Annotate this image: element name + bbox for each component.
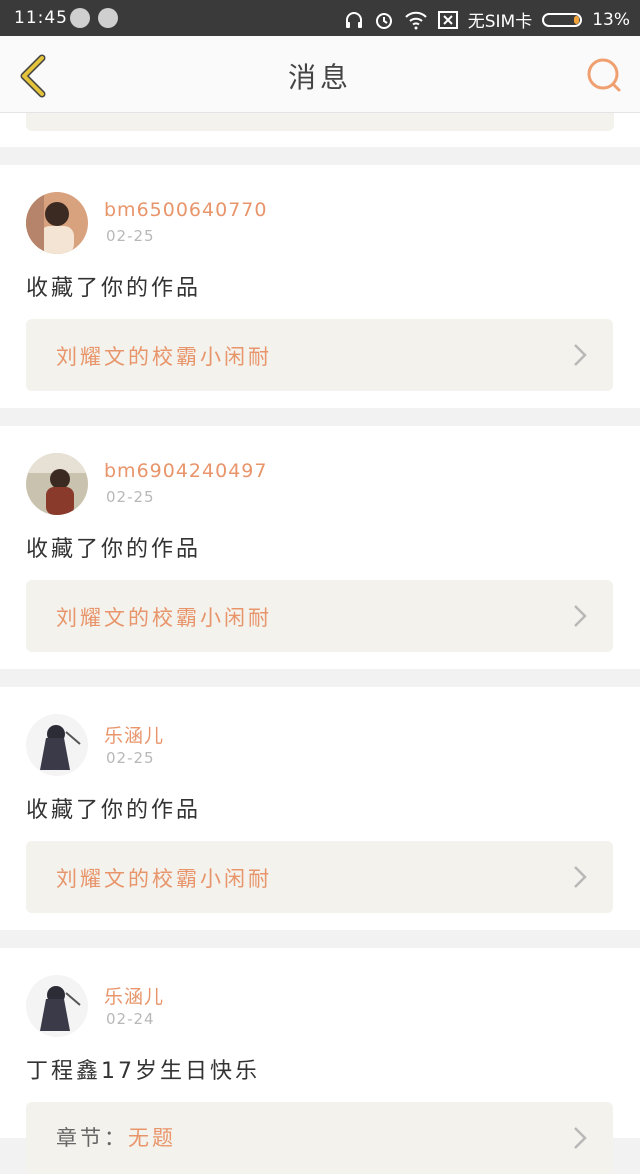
chapter-value: 无题 — [128, 1126, 176, 1150]
message-text: 丁程鑫17岁生日快乐 — [26, 1059, 260, 1084]
username[interactable]: bm6500640770 — [104, 199, 267, 221]
message-card: 乐涵儿 02-25 收藏了你的作品 刘耀文的校霸小闲耐 — [0, 687, 640, 930]
message-date: 02-25 — [106, 488, 155, 506]
app-header: 消息 — [0, 36, 640, 113]
status-time: 11:45 — [14, 8, 68, 28]
status-bar: 11:45 无SIM卡 13% — [0, 0, 640, 36]
search-icon[interactable] — [584, 56, 624, 96]
message-card-partial — [0, 113, 640, 147]
work-link[interactable]: 刘耀文的校霸小闲耐 — [26, 841, 613, 913]
user-avatar[interactable] — [26, 975, 88, 1037]
chevron-right-icon — [574, 1127, 587, 1149]
message-text: 收藏了你的作品 — [26, 798, 202, 823]
headset-icon — [345, 11, 362, 28]
battery-percent: 13% — [592, 9, 630, 30]
message-text: 收藏了你的作品 — [26, 537, 202, 562]
message-text: 收藏了你的作品 — [26, 276, 202, 301]
wifi-icon — [405, 11, 427, 29]
chapter-link[interactable]: 章节：无题 — [26, 1102, 613, 1174]
work-title: 刘耀文的校霸小闲耐 — [56, 867, 272, 891]
page-title: 消息 — [287, 61, 352, 94]
username[interactable]: 乐涵儿 — [104, 982, 164, 1009]
chapter-label: 章节： — [56, 1126, 128, 1150]
no-sim-icon — [437, 10, 458, 29]
user-avatar[interactable] — [26, 714, 88, 776]
work-title: 刘耀文的校霸小闲耐 — [56, 345, 272, 369]
chevron-right-icon — [574, 344, 587, 366]
sim-status-text: 无SIM卡 — [467, 12, 533, 32]
message-card: bm6904240497 02-25 收藏了你的作品 刘耀文的校霸小闲耐 — [0, 426, 640, 669]
chevron-right-icon — [574, 605, 587, 627]
message-date: 02-25 — [106, 749, 155, 767]
app-notification-icon — [98, 8, 118, 28]
work-link-partial[interactable] — [26, 113, 614, 131]
username[interactable]: bm6904240497 — [104, 460, 267, 482]
work-link[interactable]: 刘耀文的校霸小闲耐 — [26, 319, 613, 391]
chevron-right-icon — [574, 866, 587, 888]
user-avatar[interactable] — [26, 192, 88, 254]
chapter-label-row: 章节：无题 — [56, 1122, 176, 1152]
app-notification-icon — [70, 8, 90, 28]
work-link[interactable]: 刘耀文的校霸小闲耐 — [26, 580, 613, 652]
work-title: 刘耀文的校霸小闲耐 — [56, 606, 272, 630]
battery-icon — [542, 12, 583, 27]
message-card: bm6500640770 02-25 收藏了你的作品 刘耀文的校霸小闲耐 — [0, 165, 640, 408]
user-avatar[interactable] — [26, 453, 88, 515]
message-date: 02-25 — [106, 227, 155, 245]
message-date: 02-24 — [106, 1010, 155, 1028]
username[interactable]: 乐涵儿 — [104, 721, 164, 748]
alarm-icon — [375, 12, 392, 29]
message-card: 乐涵儿 02-24 丁程鑫17岁生日快乐 章节：无题 — [0, 948, 640, 1174]
